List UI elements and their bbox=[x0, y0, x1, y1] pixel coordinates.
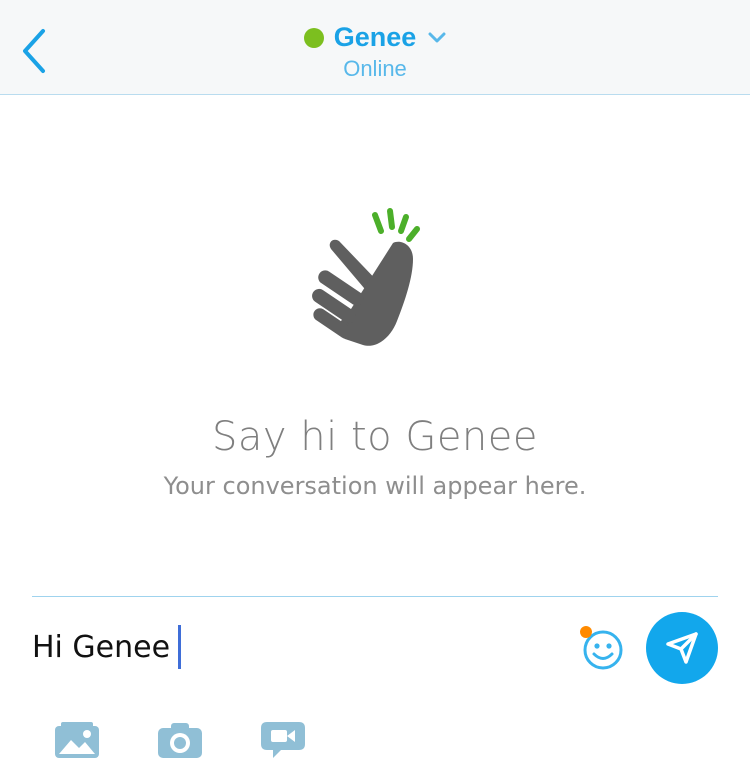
presence-online-dot bbox=[303, 27, 324, 48]
composer-divider bbox=[32, 596, 718, 597]
contact-menu-toggle[interactable]: Genee bbox=[303, 22, 447, 53]
contact-status: Online bbox=[343, 56, 407, 81]
video-message-button[interactable] bbox=[258, 716, 308, 764]
contact-title: Genee Online bbox=[0, 22, 750, 82]
video-message-icon bbox=[261, 722, 305, 758]
photo-gallery-button[interactable] bbox=[52, 716, 102, 764]
message-input-text: Hi Genee bbox=[32, 629, 171, 665]
camera-button[interactable] bbox=[155, 716, 205, 764]
empty-state-title: Say hi to Genee bbox=[211, 414, 538, 460]
chevron-down-icon bbox=[428, 32, 446, 44]
contact-name: Genee bbox=[333, 22, 417, 52]
text-caret bbox=[178, 625, 182, 669]
message-input[interactable]: Hi Genee bbox=[32, 622, 552, 672]
snap-fingers-icon bbox=[312, 208, 420, 346]
camera-icon bbox=[158, 723, 202, 758]
photo-gallery-icon bbox=[55, 722, 99, 758]
empty-state-illustration bbox=[0, 205, 750, 355]
chat-header: Genee Online bbox=[0, 0, 750, 95]
send-icon bbox=[666, 632, 698, 664]
empty-state-subtitle: Your conversation will appear here. bbox=[163, 472, 587, 500]
emoji-smile-icon bbox=[580, 626, 623, 670]
emoji-button[interactable] bbox=[578, 624, 626, 672]
send-button[interactable] bbox=[646, 612, 718, 684]
